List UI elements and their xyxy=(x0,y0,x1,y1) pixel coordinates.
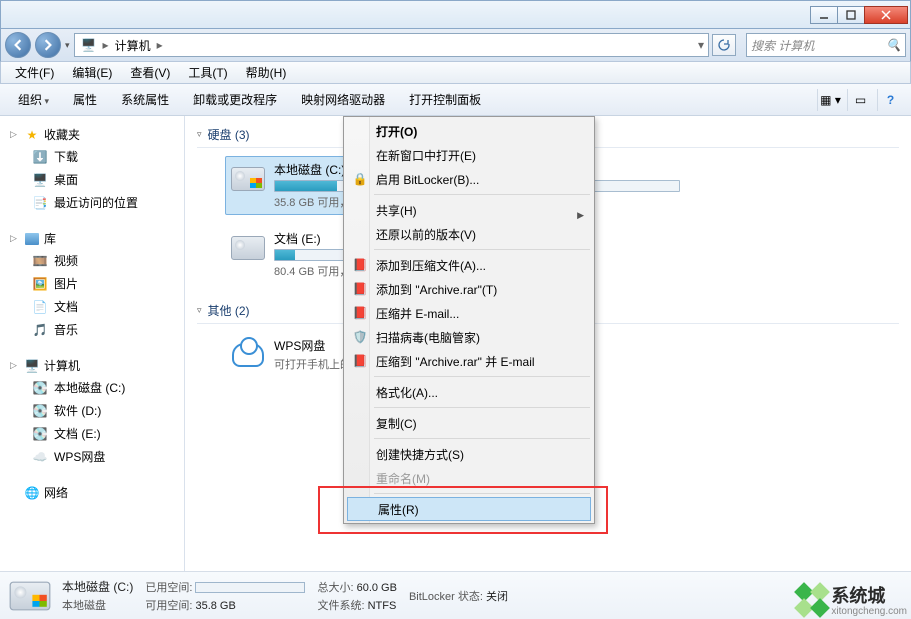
ctx-scan-virus[interactable]: 🛡️扫描病毒(电脑管家) xyxy=(346,325,592,349)
details-pane: 本地磁盘 (C:) 本地磁盘 已用空间: 可用空间: 35.8 GB 总大小: … xyxy=(0,571,911,619)
command-toolbar: 组织 属性 系统属性 卸载或更改程序 映射网络驱动器 打开控制面板 ▦ ▾ ▭ … xyxy=(0,84,911,116)
favorites-icon: ★ xyxy=(24,127,40,143)
drive-icon: 💽 xyxy=(32,426,48,442)
section-hdd: 硬盘 (3) xyxy=(208,126,250,143)
menu-file[interactable]: 文件(F) xyxy=(7,62,62,83)
cloud-icon: ☁️ xyxy=(32,449,48,465)
menu-edit[interactable]: 编辑(E) xyxy=(64,62,120,83)
drive-icon xyxy=(231,236,265,260)
tb-uninstall[interactable]: 卸载或更改程序 xyxy=(183,87,287,112)
search-input[interactable]: 搜索 计算机 🔍 xyxy=(746,33,906,57)
tb-map-drive[interactable]: 映射网络驱动器 xyxy=(291,87,395,112)
menu-view[interactable]: 查看(V) xyxy=(122,62,178,83)
section-collapse-icon[interactable]: ▿ xyxy=(197,129,202,140)
download-icon: ⬇️ xyxy=(32,149,48,165)
video-icon: 🎞️ xyxy=(32,253,48,269)
music-icon: 🎵 xyxy=(32,322,48,338)
tree-desktop[interactable]: 🖥️桌面 xyxy=(4,168,180,191)
forward-button[interactable] xyxy=(35,32,61,58)
view-mode-button[interactable]: ▦ ▾ xyxy=(817,89,843,111)
tree-music[interactable]: 🎵音乐 xyxy=(4,318,180,341)
tb-properties[interactable]: 属性 xyxy=(63,87,107,112)
picture-icon: 🖼️ xyxy=(32,276,48,292)
ctx-bitlocker[interactable]: 🔒启用 BitLocker(B)... xyxy=(346,167,592,191)
cloud-icon xyxy=(232,343,264,367)
winrar-icon: 📕 xyxy=(350,282,370,296)
ctx-format[interactable]: 格式化(A)... xyxy=(346,380,592,404)
refresh-button[interactable] xyxy=(712,34,736,56)
maximize-button[interactable] xyxy=(837,6,865,24)
tree-wps[interactable]: ☁️WPS网盘 xyxy=(4,445,180,468)
tb-system-properties[interactable]: 系统属性 xyxy=(111,87,179,112)
tree-drive-c[interactable]: 💽本地磁盘 (C:) xyxy=(4,376,180,399)
ctx-compress-rar-email[interactable]: 📕压缩到 "Archive.rar" 并 E-mail xyxy=(346,349,592,373)
tree-libraries[interactable]: 库 xyxy=(44,230,56,247)
menu-tools[interactable]: 工具(T) xyxy=(180,62,235,83)
desktop-icon: 🖥️ xyxy=(32,172,48,188)
mini-usage-bar xyxy=(195,582,305,593)
address-bar[interactable]: 🖥️ ▸ 计算机 ▸ ▾ xyxy=(74,33,709,57)
winrar-icon: 📕 xyxy=(350,258,370,272)
drive-icon: 💽 xyxy=(32,380,48,396)
network-icon: 🌐 xyxy=(24,485,40,501)
tree-recent[interactable]: 📑最近访问的位置 xyxy=(4,191,180,214)
recent-icon: 📑 xyxy=(32,195,48,211)
search-placeholder: 搜索 计算机 xyxy=(751,37,814,54)
ctx-restore-previous[interactable]: 还原以前的版本(V) xyxy=(346,222,592,246)
ctx-copy[interactable]: 复制(C) xyxy=(346,411,592,435)
ctx-compress-email[interactable]: 📕压缩并 E-mail... xyxy=(346,301,592,325)
computer-icon: 🖥️ xyxy=(24,358,40,374)
breadcrumb-dropdown-icon[interactable]: ▾ xyxy=(696,38,706,52)
drive-icon xyxy=(10,581,51,610)
watermark: 系统城 xitongcheng.com xyxy=(797,582,907,617)
tree-documents[interactable]: 📄文档 xyxy=(4,295,180,318)
libraries-icon xyxy=(24,231,40,247)
navigation-tree: ▷★收藏夹 ⬇️下载 🖥️桌面 📑最近访问的位置 ▷库 🎞️视频 🖼️图片 📄文… xyxy=(0,116,185,571)
drive-icon xyxy=(231,167,265,191)
tree-favorites[interactable]: 收藏夹 xyxy=(44,126,80,143)
bitlocker-icon: 🔒 xyxy=(350,172,370,186)
menu-bar: 文件(F) 编辑(E) 查看(V) 工具(T) 帮助(H) xyxy=(0,62,911,84)
window-titlebar xyxy=(0,0,911,28)
tree-downloads[interactable]: ⬇️下载 xyxy=(4,145,180,168)
ctx-create-shortcut[interactable]: 创建快捷方式(S) xyxy=(346,442,592,466)
tree-drive-e[interactable]: 💽文档 (E:) xyxy=(4,422,180,445)
preview-pane-button[interactable]: ▭ xyxy=(847,89,873,111)
tree-network[interactable]: 网络 xyxy=(44,484,68,501)
ctx-properties[interactable]: 属性(R) xyxy=(347,497,591,521)
tb-organize[interactable]: 组织 xyxy=(8,87,59,112)
ctx-rename: 重命名(M) xyxy=(346,466,592,490)
section-collapse-icon[interactable]: ▿ xyxy=(197,305,202,316)
tree-computer[interactable]: 计算机 xyxy=(44,357,80,374)
tree-drive-d[interactable]: 💽软件 (D:) xyxy=(4,399,180,422)
close-button[interactable] xyxy=(864,6,908,24)
ctx-add-archive[interactable]: 📕添加到压缩文件(A)... xyxy=(346,253,592,277)
computer-icon: 🖥️ xyxy=(81,37,97,53)
winrar-icon: 📕 xyxy=(350,354,370,368)
winrar-icon: 📕 xyxy=(350,306,370,320)
ctx-open[interactable]: 打开(O) xyxy=(346,119,592,143)
ctx-add-to-rar[interactable]: 📕添加到 "Archive.rar"(T) xyxy=(346,277,592,301)
drive-icon: 💽 xyxy=(32,403,48,419)
search-icon: 🔍 xyxy=(886,38,901,52)
antivirus-icon: 🛡️ xyxy=(350,330,370,344)
tree-videos[interactable]: 🎞️视频 xyxy=(4,249,180,272)
section-other: 其他 (2) xyxy=(208,302,250,319)
back-button[interactable] xyxy=(5,32,31,58)
context-menu: 打开(O) 在新窗口中打开(E) 🔒启用 BitLocker(B)... 共享(… xyxy=(343,116,595,524)
help-button[interactable]: ? xyxy=(877,89,903,111)
breadcrumb-segment[interactable]: 计算机 xyxy=(111,37,155,54)
menu-help[interactable]: 帮助(H) xyxy=(238,62,295,83)
content-area: ▿硬盘 (3) 本地磁盘 (C:) 35.8 GB 可用，共 60 软件 (D:… xyxy=(185,116,911,571)
ctx-open-new-window[interactable]: 在新窗口中打开(E) xyxy=(346,143,592,167)
ctx-share[interactable]: 共享(H) xyxy=(346,198,592,222)
minimize-button[interactable] xyxy=(810,6,838,24)
document-icon: 📄 xyxy=(32,299,48,315)
navigation-bar: ▾ 🖥️ ▸ 计算机 ▸ ▾ 搜索 计算机 🔍 xyxy=(0,28,911,62)
tree-pictures[interactable]: 🖼️图片 xyxy=(4,272,180,295)
tb-control-panel[interactable]: 打开控制面板 xyxy=(399,87,491,112)
